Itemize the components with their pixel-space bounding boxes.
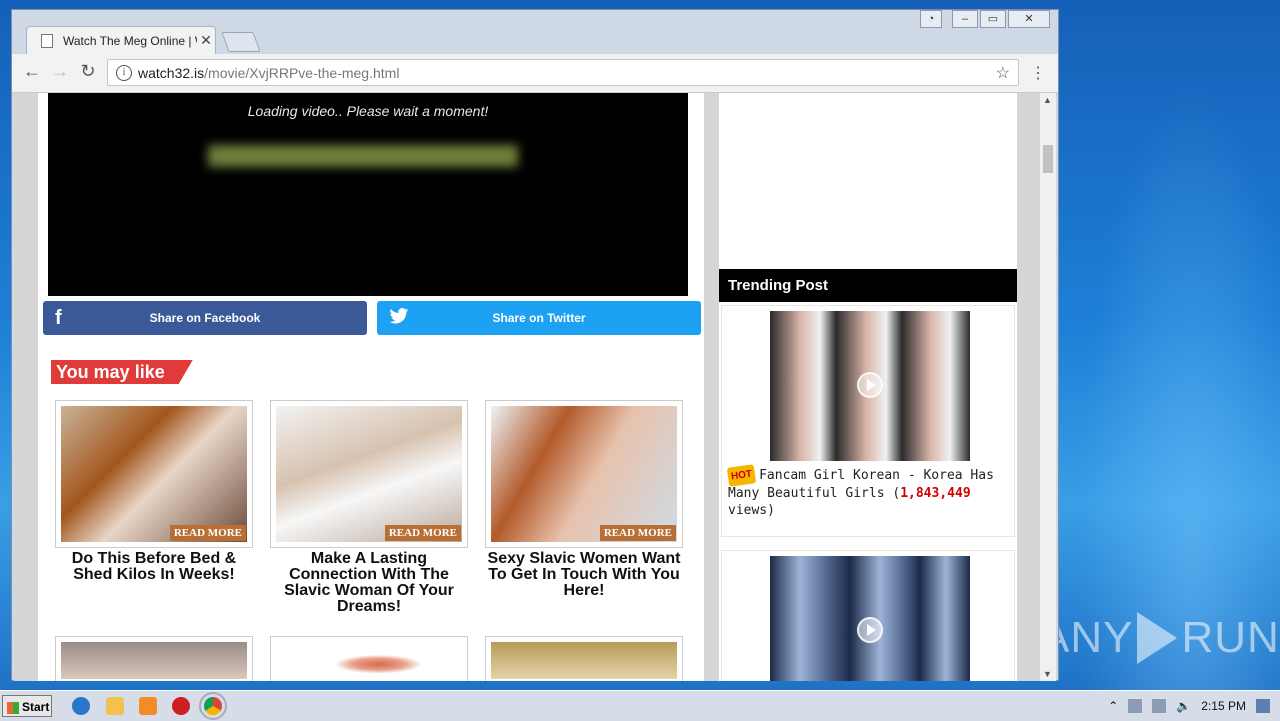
promo-thumbnail xyxy=(276,642,462,679)
promo-title[interactable]: Do This Before Bed & Shed Kilos In Weeks… xyxy=(55,551,253,583)
promo-image[interactable] xyxy=(485,636,683,681)
scrollbar-thumb[interactable] xyxy=(1043,145,1053,173)
user-icon[interactable]: ◔ xyxy=(920,10,942,28)
post-thumbnail[interactable] xyxy=(770,311,970,461)
chrome-icon[interactable] xyxy=(199,692,227,720)
read-more-label[interactable]: READ MORE xyxy=(384,525,461,541)
trending-post[interactable] xyxy=(721,550,1015,681)
tab-title: Watch The Meg Online | Wa xyxy=(63,33,197,48)
file-explorer-icon[interactable] xyxy=(106,697,124,715)
post-views-count: 1,843,449 xyxy=(900,486,971,501)
loading-message: Loading video.. Please wait a moment! xyxy=(247,103,489,119)
scroll-down-icon[interactable]: ▼ xyxy=(1043,669,1052,679)
promo-card[interactable] xyxy=(55,636,253,681)
browser-tab[interactable]: Watch The Meg Online | Wa ✕ xyxy=(26,26,216,54)
flag-icon[interactable] xyxy=(1128,699,1143,713)
woman-portrait-image xyxy=(491,406,677,542)
hot-badge-icon: HOT xyxy=(726,464,757,487)
sidebar: Trending Post HOT Fancam Girl Korean - Ko… xyxy=(719,93,1017,681)
show-hidden-icons-icon[interactable]: ⌃ xyxy=(1108,699,1118,713)
reload-icon[interactable]: ↻ xyxy=(76,61,100,82)
blurred-text xyxy=(208,145,518,167)
woman-photo-image xyxy=(276,406,462,542)
page-viewport: Loading video.. Please wait a moment! f … xyxy=(14,93,1042,681)
trending-post[interactable]: HOT Fancam Girl Korean - Korea Has Many B… xyxy=(721,305,1015,537)
bookmark-star-icon[interactable]: ☆ xyxy=(996,63,1010,83)
system-tray: ⌃ 🔈 2:15 PM xyxy=(1108,691,1270,721)
windows-taskbar: Start ⌃ 🔈 2:15 PM xyxy=(0,690,1280,721)
start-button[interactable]: Start xyxy=(2,695,52,717)
read-more-label[interactable]: READ MORE xyxy=(599,525,676,541)
read-more-label[interactable]: READ MORE xyxy=(169,525,246,541)
info-icon[interactable]: i xyxy=(116,64,132,81)
close-window-button[interactable]: ✕ xyxy=(1008,10,1050,28)
show-desktop-icon[interactable] xyxy=(1256,699,1270,713)
facebook-icon: f xyxy=(55,306,62,329)
share-facebook-button[interactable]: f Share on Facebook xyxy=(43,301,367,335)
new-tab-button[interactable] xyxy=(221,32,261,52)
promo-card[interactable] xyxy=(485,636,683,681)
page-icon xyxy=(41,33,53,48)
page-scrollbar[interactable]: ▲ ▼ xyxy=(1040,93,1056,681)
tab-strip: Watch The Meg Online | Wa ✕ ◔ – ▭ ✕ xyxy=(12,10,1058,54)
desktop-background xyxy=(1060,0,1280,690)
promo-thumbnail xyxy=(491,642,677,679)
share-twitter-button[interactable]: Share on Twitter xyxy=(377,301,701,335)
video-player[interactable]: Loading video.. Please wait a moment! xyxy=(48,93,688,296)
main-content: Loading video.. Please wait a moment! f … xyxy=(38,93,704,681)
back-icon[interactable]: ← xyxy=(20,61,44,82)
trending-heading: Trending Post xyxy=(719,269,1017,302)
post-views-label: views xyxy=(728,503,768,518)
share-facebook-label: Share on Facebook xyxy=(149,311,261,325)
forward-icon[interactable]: → xyxy=(48,61,72,82)
promo-title[interactable]: Sexy Slavic Women Want To Get In Touch W… xyxy=(485,551,683,599)
window-controls: ◔ – ▭ ✕ xyxy=(920,10,1050,28)
promo-card[interactable] xyxy=(270,636,468,681)
watermark-right-text: RUN xyxy=(1181,613,1280,662)
promo-image[interactable]: READ MORE xyxy=(270,400,468,548)
promo-card[interactable]: READ MORE Sexy Slavic Women Want To Get … xyxy=(485,400,683,599)
address-bar[interactable]: i watch32.is /movie/XvjRRPve-the-meg.htm… xyxy=(107,59,1019,86)
maximize-button[interactable]: ▭ xyxy=(980,10,1006,28)
windows-logo-icon xyxy=(7,701,19,714)
play-logo-icon xyxy=(1137,612,1178,664)
promo-title[interactable]: Make A Lasting Connection With The Slavi… xyxy=(270,551,468,615)
url-path: /movie/XvjRRPve-the-meg.html xyxy=(204,64,400,81)
promo-image[interactable]: READ MORE xyxy=(485,400,683,548)
post-thumbnail[interactable] xyxy=(770,556,970,681)
clock[interactable]: 2:15 PM xyxy=(1201,699,1246,713)
browser-toolbar: ← → ↻ i watch32.is /movie/XvjRRPve-the-m… xyxy=(12,54,1058,93)
opera-icon[interactable] xyxy=(172,697,190,715)
promo-card[interactable]: READ MORE Make A Lasting Connection With… xyxy=(270,400,468,615)
post-text: HOT Fancam Girl Korean - Korea Has Many B… xyxy=(726,464,1014,519)
vinegar-bottle-image xyxy=(61,406,247,542)
promo-image[interactable] xyxy=(55,636,253,681)
play-icon[interactable] xyxy=(857,372,883,398)
anyrun-watermark: ANY RUN xyxy=(1040,608,1279,668)
promo-thumbnail xyxy=(61,642,247,679)
promo-image[interactable]: READ MORE xyxy=(55,400,253,548)
minimize-button[interactable]: – xyxy=(952,10,978,28)
promo-card[interactable]: READ MORE Do This Before Bed & Shed Kilo… xyxy=(55,400,253,583)
media-player-icon[interactable] xyxy=(139,697,157,715)
url-host: watch32.is xyxy=(138,64,205,81)
menu-icon[interactable]: ⋮ xyxy=(1030,63,1046,83)
volume-icon[interactable]: 🔈 xyxy=(1176,699,1191,713)
network-icon[interactable] xyxy=(1152,699,1167,713)
internet-explorer-icon[interactable] xyxy=(72,697,90,715)
start-label: Start xyxy=(22,700,50,714)
twitter-icon xyxy=(389,307,409,330)
you-may-like-heading: You may like xyxy=(51,360,193,384)
close-tab-icon[interactable]: ✕ xyxy=(197,32,215,49)
browser-window: Watch The Meg Online | Wa ✕ ◔ – ▭ ✕ ← → … xyxy=(11,9,1059,681)
share-twitter-label: Share on Twitter xyxy=(492,311,586,325)
scroll-up-icon[interactable]: ▲ xyxy=(1043,95,1052,105)
promo-image[interactable] xyxy=(270,636,468,681)
play-icon[interactable] xyxy=(857,617,883,643)
